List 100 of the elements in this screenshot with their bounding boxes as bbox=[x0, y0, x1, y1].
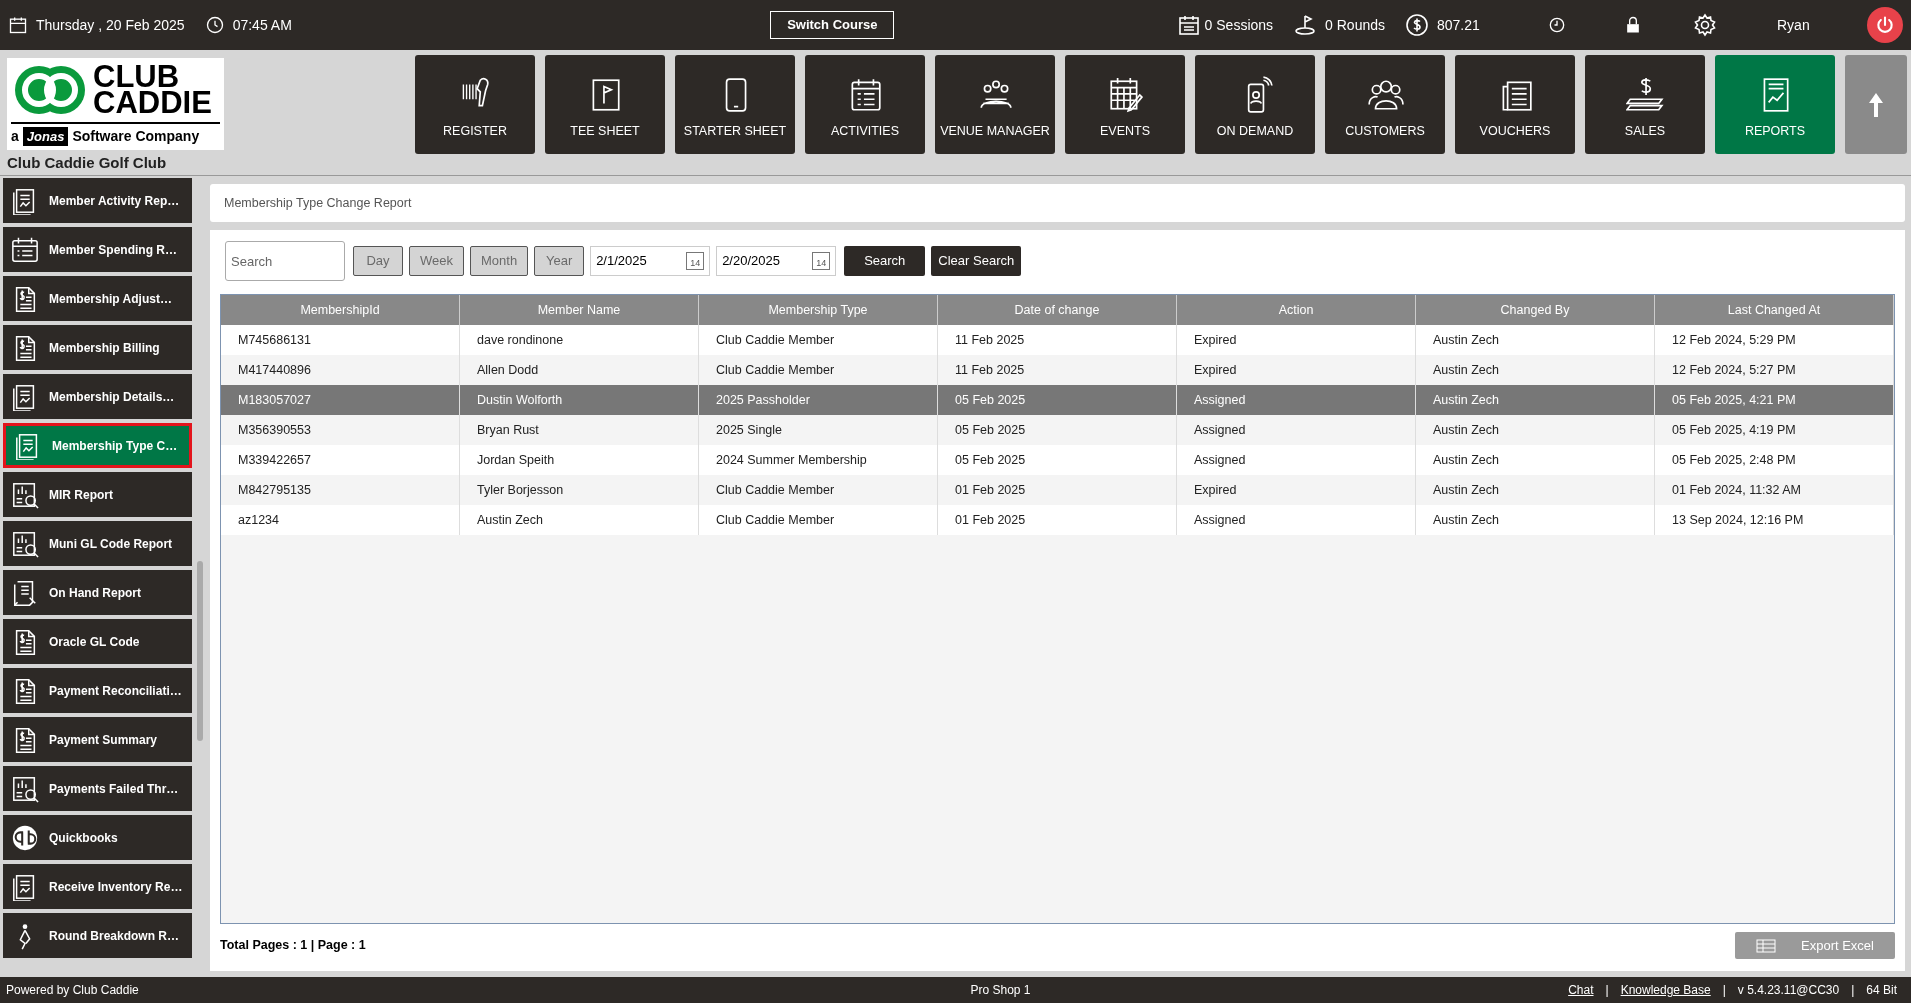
logo-text: Software Company bbox=[72, 127, 200, 146]
table-cell-text: Allen Dodd bbox=[477, 361, 539, 379]
separator: | bbox=[1851, 982, 1855, 999]
table-cell-text: M339422657 bbox=[238, 451, 311, 469]
table-cell-text: 11 Feb 2025 bbox=[955, 361, 1025, 379]
table-cell-text: 01 Feb 2025 bbox=[955, 511, 1026, 529]
sidebar-item[interactable]: On Hand Report bbox=[3, 570, 192, 615]
table-cell-text: Dustin Wolforth bbox=[477, 391, 563, 409]
sidebar-item[interactable]: Payment Reconciliati… bbox=[3, 668, 192, 713]
table-cell-text: Assigned bbox=[1194, 391, 1246, 409]
table-cell-text: 05 Feb 2025 bbox=[955, 451, 1026, 469]
table-row[interactable]: M183057027 Dustin Wolforth 2025 Passholder 05 Feb 2025 Assigned Austin Zech 05 Feb 2025, 4:21 PM bbox=[221, 385, 1894, 415]
nav-tab[interactable]: VOUCHERS bbox=[1455, 55, 1575, 154]
table-cell-text: 12 Feb 2024, 5:27 PM bbox=[1672, 361, 1796, 379]
table-cell-text: Expired bbox=[1194, 361, 1237, 379]
sidebar-item[interactable]: Muni GL Code Report bbox=[3, 521, 192, 566]
nav-tab[interactable]: ACTIVITIES bbox=[805, 55, 925, 154]
table-cell-text: Austin Zech bbox=[1433, 391, 1499, 409]
table-cell-text: Jordan Speith bbox=[477, 451, 555, 469]
sidebar-item[interactable]: Oracle GL Code bbox=[3, 619, 192, 664]
rounds-count: 0 Rounds bbox=[1325, 15, 1385, 35]
table-cell-text: 05 Feb 2025, 2:48 PM bbox=[1672, 451, 1796, 469]
table-cell-text: Expired bbox=[1194, 331, 1237, 349]
report-title: Membership Type Change Report bbox=[224, 194, 412, 212]
sidebar-item[interactable]: Round Breakdown R… bbox=[3, 913, 192, 958]
search-button[interactable]: Search bbox=[844, 246, 926, 276]
sidebar-item[interactable]: Membership Type C… bbox=[3, 423, 192, 468]
balance-amount: 807.21 bbox=[1437, 15, 1481, 35]
table-cell-text: az1234 bbox=[238, 511, 279, 529]
logo-text: CLUB bbox=[93, 64, 180, 90]
table-cell-text: 05 Feb 2025 bbox=[955, 391, 1026, 409]
table-row[interactable]: M339422657 Jordan Speith 2024 Summer Membership 05 Feb 2025 Assigned Austin Zech 05 Feb 2025, 2:48 PM bbox=[221, 445, 1894, 475]
separator: | bbox=[1722, 982, 1726, 999]
table-cell-text: Assigned bbox=[1194, 421, 1246, 439]
nav-tab[interactable]: ON DEMAND bbox=[1195, 55, 1315, 154]
table-cell-text: M842795135 bbox=[238, 481, 311, 499]
nav-tab[interactable]: STARTER SHEET bbox=[675, 55, 795, 154]
search-field[interactable]: Search bbox=[225, 241, 345, 281]
table-cell-text: 05 Feb 2025, 4:19 PM bbox=[1672, 421, 1796, 439]
nav-tab[interactable]: SALES bbox=[1585, 55, 1705, 154]
table-cell-text: Assigned bbox=[1194, 451, 1246, 469]
table-cell-text: Austin Zech bbox=[1433, 421, 1499, 439]
table-row[interactable]: az1234 Austin Zech Club Caddie Member 01 Feb 2025 Assigned Austin Zech 13 Sep 2024, 12:16 PM bbox=[221, 505, 1894, 535]
table-cell-text: 05 Feb 2025, 4:21 PM bbox=[1672, 391, 1796, 409]
date-text: Thursday , 20 Feb 2025 bbox=[36, 15, 185, 35]
version-text: v 5.4.23.11@CC30 bbox=[1737, 982, 1840, 999]
sidebar-item[interactable]: Payment Summary bbox=[3, 717, 192, 762]
switch-course-button[interactable]: Switch Course bbox=[770, 11, 895, 39]
table-cell-text: M183057027 bbox=[238, 391, 311, 409]
table-cell-text: Austin Zech bbox=[1433, 331, 1499, 349]
nav-tab[interactable]: EVENTS bbox=[1065, 55, 1185, 154]
table-row[interactable]: M745686131 dave rondinone Club Caddie Member 11 Feb 2025 Expired Austin Zech 12 Feb 2024, 5:29 PM bbox=[221, 325, 1894, 355]
table-cell-text: Austin Zech bbox=[1433, 361, 1499, 379]
separator: | bbox=[1605, 982, 1609, 999]
table-cell-text: 01 Feb 2025 bbox=[955, 481, 1026, 499]
date-field[interactable]: 2/1/2025 14 bbox=[590, 246, 711, 276]
table-cell-text: 2025 Single bbox=[716, 421, 783, 439]
sidebar-item[interactable]: Quickbooks bbox=[3, 815, 192, 860]
table-cell-text: Assigned bbox=[1194, 511, 1246, 529]
table-cell-text: 2025 Passholder bbox=[716, 391, 810, 409]
table-cell-text: 12 Feb 2024, 5:29 PM bbox=[1672, 331, 1796, 349]
table-cell-text: M745686131 bbox=[238, 331, 311, 349]
date-field[interactable]: 2/20/2025 14 bbox=[716, 246, 837, 276]
table-cell-text: Austin Zech bbox=[1433, 451, 1499, 469]
sidebar-item[interactable]: MIR Report bbox=[3, 472, 192, 517]
table-cell-text: dave rondinone bbox=[477, 331, 564, 349]
table-cell-text: Austin Zech bbox=[1433, 481, 1499, 499]
logo-text: CADDIE bbox=[93, 90, 212, 116]
sidebar-item[interactable]: Receive Inventory Re… bbox=[3, 864, 192, 909]
table-cell-text: Club Caddie Member bbox=[716, 361, 835, 379]
table-cell-text: Expired bbox=[1194, 481, 1237, 499]
sidebar-item[interactable]: Member Activity Rep… bbox=[3, 178, 192, 223]
sidebar-item[interactable]: Membership Billing bbox=[3, 325, 192, 370]
nav-tab[interactable]: CUSTOMERS bbox=[1325, 55, 1445, 154]
sessions-count: 0 Sessions bbox=[1204, 15, 1274, 35]
table-cell-text: 05 Feb 2025 bbox=[955, 421, 1026, 439]
table-cell-text: M356390553 bbox=[238, 421, 311, 439]
nav-tab[interactable]: REGISTER bbox=[415, 55, 535, 154]
nav-tab[interactable]: VENUE MANAGER bbox=[935, 55, 1055, 154]
logo-text: a bbox=[11, 127, 19, 146]
table-cell-text: 2024 Summer Membership bbox=[716, 451, 867, 469]
table-cell-text: 11 Feb 2025 bbox=[955, 331, 1025, 349]
table-cell-text: M417440896 bbox=[238, 361, 311, 379]
nav-tab[interactable]: TEE SHEET bbox=[545, 55, 665, 154]
club-name: Club Caddie Golf Club bbox=[7, 153, 168, 173]
calendar-icon: 14 bbox=[686, 252, 705, 270]
table-cell-text: Austin Zech bbox=[477, 511, 543, 529]
footer-link[interactable]: Knowledge Base bbox=[1620, 981, 1711, 999]
table-cell-text: 13 Sep 2024, 12:16 PM bbox=[1672, 511, 1804, 529]
sidebar-item[interactable]: Payments Failed Thr… bbox=[3, 766, 192, 811]
sidebar-item[interactable]: Member Spending R… bbox=[3, 227, 192, 272]
clear-search-button[interactable]: Clear Search bbox=[931, 246, 1022, 276]
footer-link[interactable]: Chat bbox=[1568, 981, 1594, 999]
time-text: 07:45 AM bbox=[232, 15, 292, 35]
table-cell-text: Club Caddie Member bbox=[716, 481, 835, 499]
nav-tab[interactable]: REPORTS bbox=[1715, 55, 1835, 154]
table-cell-text: Bryan Rust bbox=[477, 421, 539, 439]
sidebar-item[interactable]: Membership Details… bbox=[3, 374, 192, 419]
page-info: Total Pages : 1 | Page : 1 bbox=[220, 937, 366, 955]
sidebar-item[interactable]: Membership Adjust… bbox=[3, 276, 192, 321]
